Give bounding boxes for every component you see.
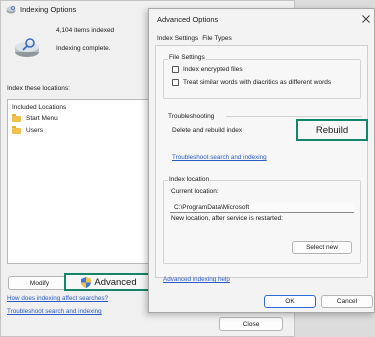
dialog-troubleshoot-link[interactable]: Troubleshoot search and indexing (172, 154, 267, 161)
close-icon[interactable] (362, 15, 370, 23)
select-new-button[interactable]: Select new (292, 241, 352, 254)
window-title: Indexing Options (20, 5, 77, 14)
encrypted-files-option[interactable]: Index encrypted files (172, 66, 243, 73)
tab-index-settings[interactable]: Index Settings (155, 33, 201, 45)
index-locations-label: Index these locations: (7, 85, 70, 92)
troubleshoot-link[interactable]: Troubleshoot search and indexing (7, 308, 102, 315)
encrypted-files-checkbox[interactable] (172, 66, 179, 73)
troubleshooting-label: Troubleshooting (168, 113, 215, 120)
admin-shield-icon (81, 276, 92, 288)
dialog-title: Advanced Options (157, 15, 219, 24)
indexing-app-icon (6, 5, 16, 14)
indexing-status: Indexing complete. (56, 45, 111, 52)
indexing-disk-icon (15, 38, 39, 57)
delete-rebuild-label: Delete and rebuild index (172, 127, 243, 134)
location-label: Users (26, 127, 43, 134)
location-label: Start Menu (26, 115, 58, 122)
advanced-button[interactable]: Advanced (64, 273, 154, 291)
new-location-label: New location, after service is restarted… (171, 215, 283, 222)
locations-column-header: Included Locations (12, 104, 67, 111)
current-location-label: Current location: (171, 188, 219, 195)
encrypted-files-label: Index encrypted files (183, 66, 243, 73)
diacritics-checkbox[interactable] (172, 79, 179, 86)
diacritics-label: Treat similar words with diacritics as d… (183, 79, 332, 86)
location-item-start-menu[interactable]: Start Menu (12, 113, 58, 122)
modify-button[interactable]: Modify (8, 276, 71, 290)
diacritics-option[interactable]: Treat similar words with diacritics as d… (172, 79, 331, 86)
cancel-button[interactable]: Cancel (321, 295, 373, 308)
tab-file-types[interactable]: File Types (200, 33, 234, 45)
file-settings-label: File Settings (168, 54, 206, 61)
advanced-button-label: Advanced (94, 276, 137, 288)
troubleshooting-divider (226, 116, 362, 117)
advanced-indexing-help-link[interactable]: Advanced indexing help (163, 276, 230, 283)
locations-list[interactable]: Included Locations Start Menu Users (7, 99, 157, 264)
location-item-users[interactable]: Users (12, 125, 43, 134)
folder-icon (12, 125, 21, 134)
current-location-field: C:\ProgramData\Microsoft (170, 202, 354, 213)
items-indexed-count: 4,104 items indexed (56, 27, 115, 34)
index-location-label: Index location (168, 176, 211, 183)
rebuild-button[interactable]: Rebuild (296, 119, 368, 141)
folder-icon (12, 113, 21, 122)
close-button[interactable]: Close (219, 317, 283, 331)
advanced-options-dialog: Advanced Options Index Settings File Typ… (148, 8, 375, 313)
tab-strip: Index Settings File Types (155, 33, 234, 45)
ok-button[interactable]: OK (264, 295, 316, 308)
affect-searches-link[interactable]: How does indexing affect searches? (7, 295, 108, 302)
